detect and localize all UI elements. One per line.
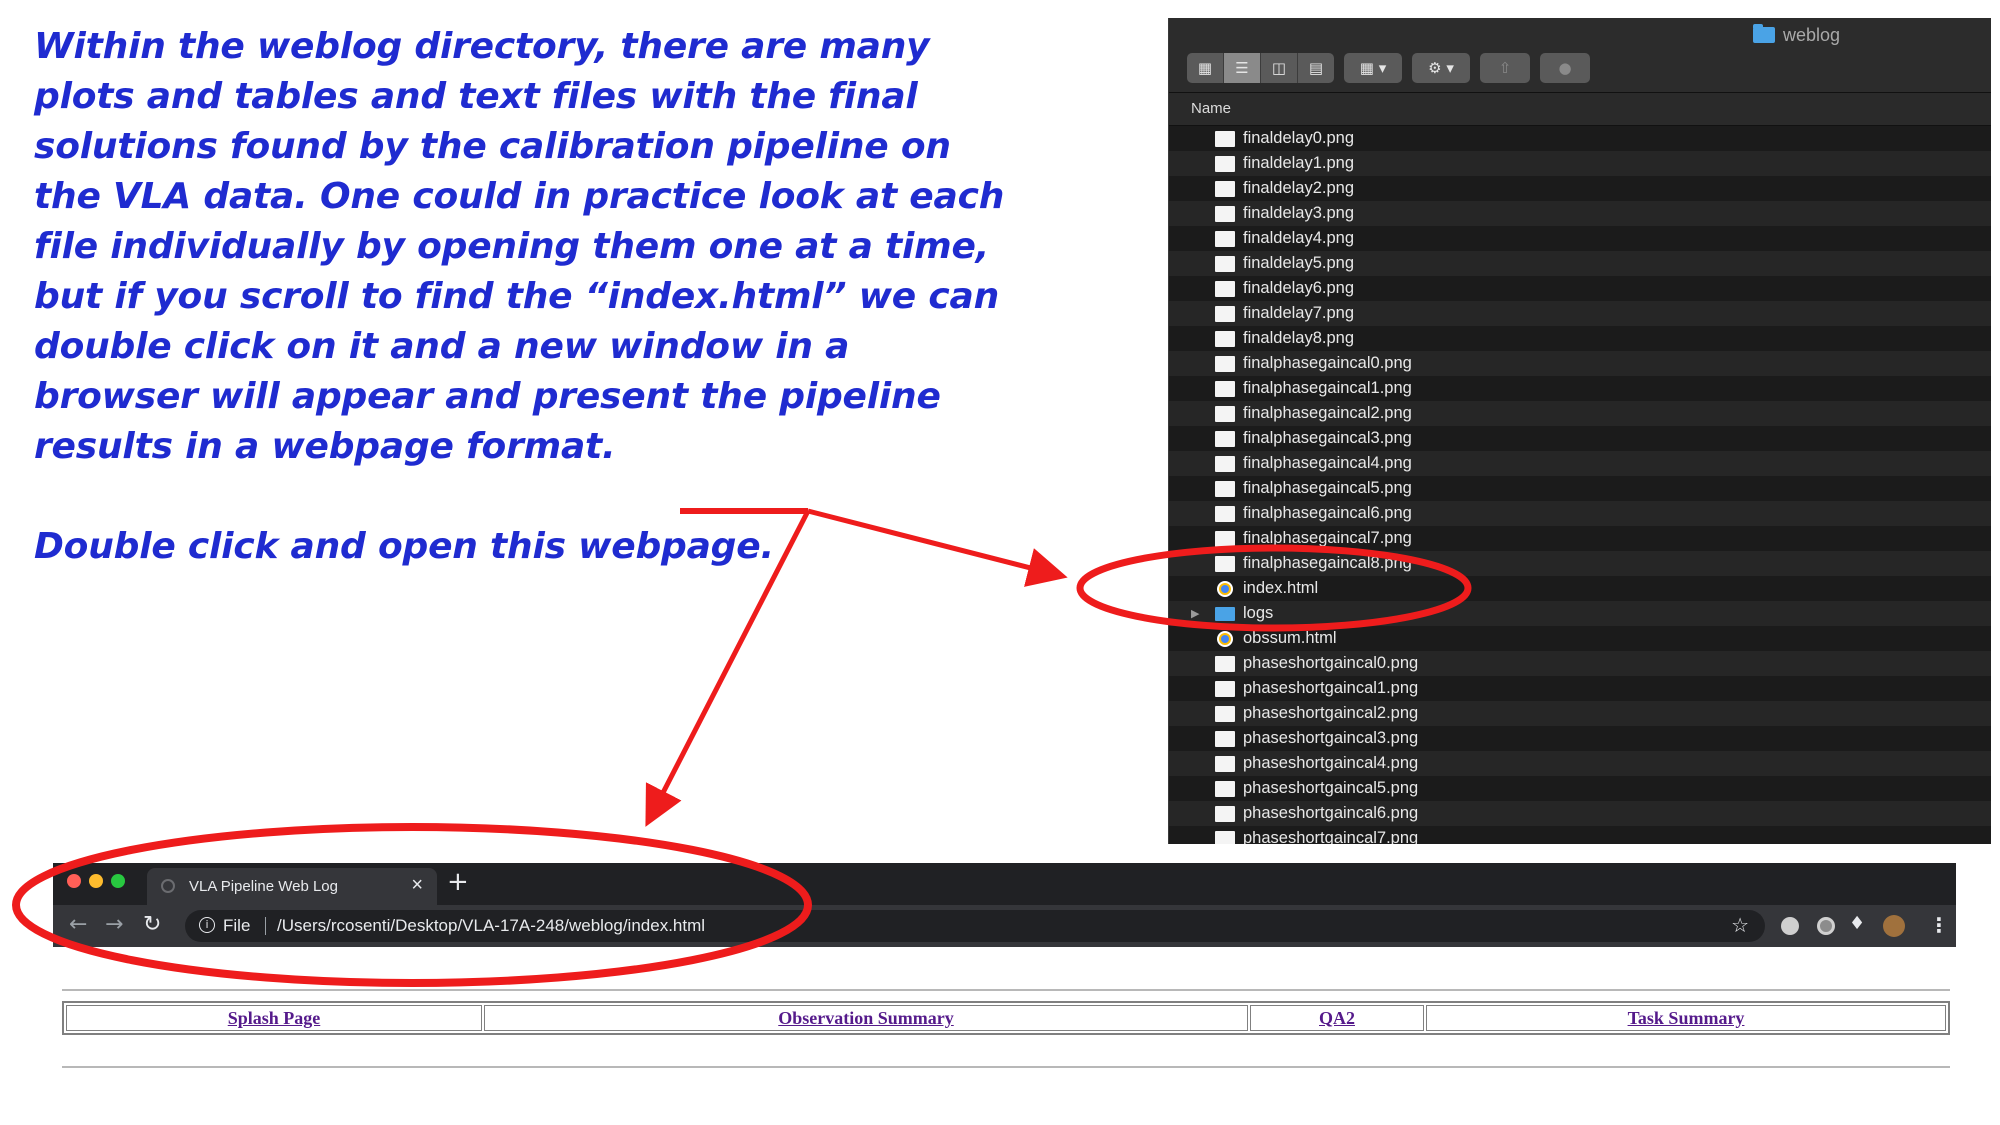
browser-highlight-ellipse	[12, 823, 812, 987]
arrow-to-index-html	[807, 508, 1068, 587]
annotation-overlay	[12, 508, 1472, 987]
index-html-highlight-ellipse	[1076, 544, 1472, 632]
arrow-to-browser	[645, 509, 811, 827]
